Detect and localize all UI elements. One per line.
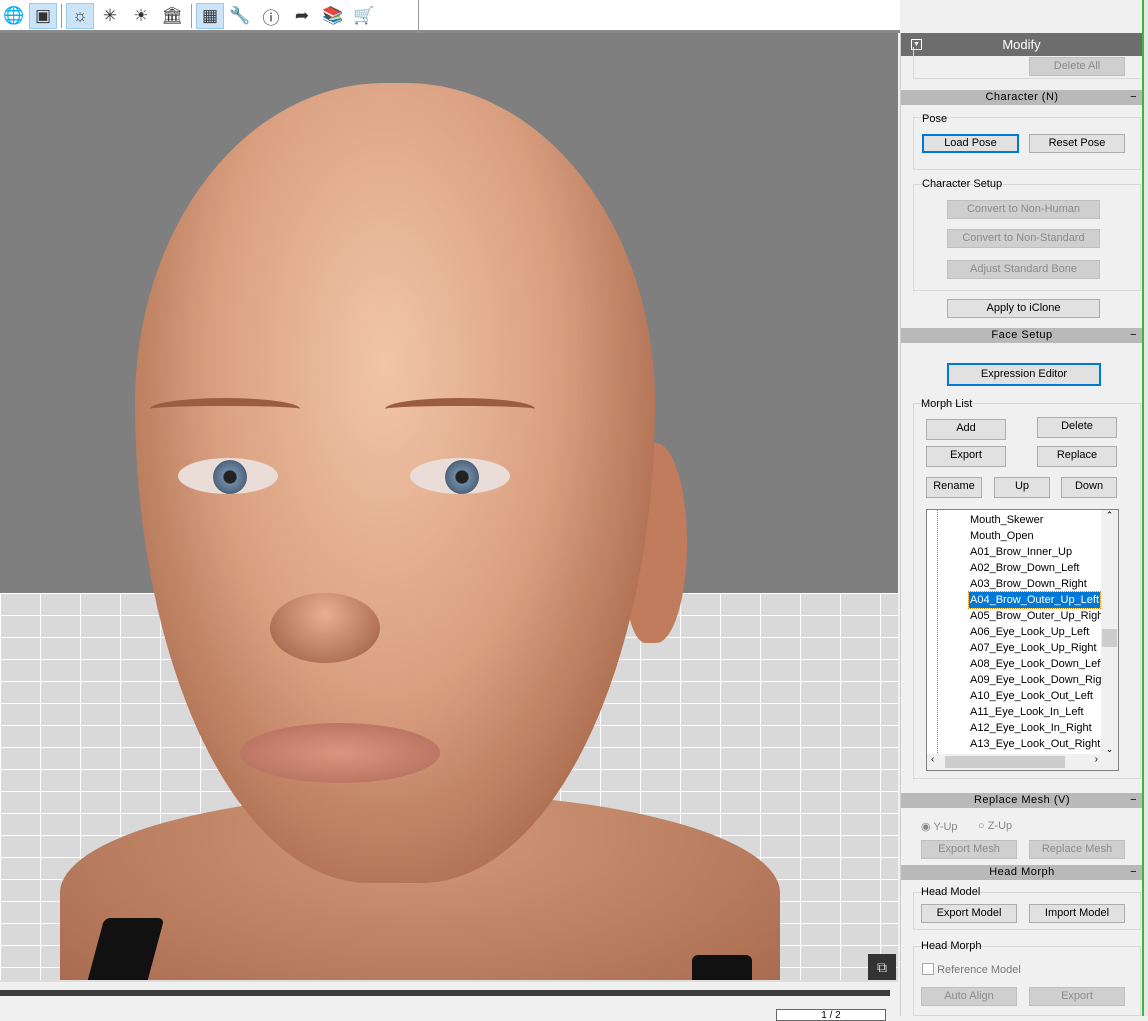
morph-item[interactable]: A08_Eye_Look_Down_Left bbox=[969, 656, 1104, 672]
eye-left bbox=[410, 458, 510, 494]
toolbar: 🌐 ▣ ☼ ✳ ☀ 🏛 ▦ 🔧 ⓘ ➦ 📚 🛒 bbox=[0, 0, 900, 33]
morph-item[interactable]: A10_Eye_Look_Out_Left bbox=[969, 688, 1094, 704]
down-button[interactable]: Down bbox=[1061, 477, 1117, 498]
horizontal-scrollbar[interactable]: ‹ › bbox=[927, 754, 1118, 770]
morph-item[interactable]: A12_Eye_Look_In_Right bbox=[969, 720, 1093, 736]
rename-button[interactable]: Rename bbox=[926, 477, 982, 498]
character-setup-label: Character Setup bbox=[922, 178, 1003, 190]
convert-non-standard-button[interactable]: Convert to Non-Standard bbox=[947, 229, 1100, 248]
h-scroll-thumb[interactable] bbox=[945, 756, 1065, 768]
morph-item[interactable]: A11_Eye_Look_In_Left bbox=[969, 704, 1085, 720]
wrench-icon[interactable]: 🔧 bbox=[226, 3, 254, 29]
apply-to-iclone-button[interactable]: Apply to iClone bbox=[947, 299, 1100, 318]
face-setup-section-header[interactable]: Face Setup − bbox=[901, 328, 1143, 343]
eye-right bbox=[178, 458, 278, 494]
museum-icon[interactable]: 🏛 bbox=[158, 3, 186, 29]
delete-button[interactable]: Delete bbox=[1037, 417, 1117, 438]
replace-mesh-section-header[interactable]: Replace Mesh (V) − bbox=[901, 793, 1143, 808]
morph-item[interactable]: A03_Brow_Down_Right bbox=[969, 576, 1088, 592]
head-morph-label: Head Morph bbox=[921, 940, 982, 952]
add-button[interactable]: Add bbox=[926, 419, 1006, 440]
load-pose-button[interactable]: Load Pose bbox=[922, 134, 1019, 153]
restore-window-icon[interactable]: ⧉ bbox=[868, 954, 896, 980]
lips bbox=[240, 723, 440, 783]
brow-right bbox=[150, 398, 300, 420]
frame-counter[interactable]: 1 / 2 bbox=[776, 1009, 886, 1021]
pose-label: Pose bbox=[922, 113, 948, 125]
y-up-radio[interactable]: ◉ Y-Up bbox=[921, 820, 958, 833]
brow-left bbox=[385, 398, 535, 420]
sun-icon[interactable]: ☀ bbox=[127, 3, 155, 29]
divider bbox=[61, 4, 62, 28]
export-button[interactable]: Export bbox=[926, 446, 1006, 467]
replace-mesh-button[interactable]: Replace Mesh bbox=[1029, 840, 1125, 859]
strap-right bbox=[692, 955, 752, 980]
panel-scrollbar[interactable] bbox=[1142, 0, 1148, 1016]
export-tool-icon[interactable]: ➦ bbox=[288, 3, 316, 29]
tree-guide bbox=[937, 510, 938, 755]
info-tool-icon[interactable]: ⓘ bbox=[257, 3, 285, 29]
divider bbox=[418, 0, 419, 33]
morph-item[interactable]: A02_Brow_Down_Left bbox=[969, 560, 1080, 576]
z-up-radio[interactable]: ○ Z-Up bbox=[978, 820, 1012, 832]
reference-model-checkbox[interactable]: Reference Model bbox=[922, 963, 1021, 976]
morph-item[interactable]: A05_Brow_Outer_Up_Right bbox=[969, 608, 1107, 624]
scroll-up-icon[interactable]: ⌃ bbox=[1101, 510, 1118, 521]
morph-list-label: Morph List bbox=[921, 398, 973, 410]
nose bbox=[270, 593, 380, 663]
adjust-standard-bone-button[interactable]: Adjust Standard Bone bbox=[947, 260, 1100, 279]
cart-icon[interactable]: 🛒 bbox=[350, 3, 378, 29]
character-section-header[interactable]: Character (N) − bbox=[901, 90, 1143, 105]
expression-editor-button[interactable]: Expression Editor bbox=[947, 363, 1101, 386]
convert-non-human-button[interactable]: Convert to Non-Human bbox=[947, 200, 1100, 219]
import-model-button[interactable]: Import Model bbox=[1029, 904, 1125, 923]
scroll-right-icon[interactable]: › bbox=[1095, 754, 1098, 765]
morph-tree[interactable]: Mouth_Skewer Mouth_Open A01_Brow_Inner_Up A… bbox=[926, 509, 1119, 771]
spotlight-icon[interactable]: ✳ bbox=[96, 3, 124, 29]
export-model-button[interactable]: Export Model bbox=[921, 904, 1017, 923]
3d-viewport[interactable]: ⧉ bbox=[0, 33, 898, 980]
up-button[interactable]: Up bbox=[994, 477, 1050, 498]
scroll-thumb[interactable] bbox=[1102, 629, 1117, 647]
head-model-label: Head Model bbox=[921, 886, 981, 898]
morph-item[interactable]: A13_Eye_Look_Out_Right bbox=[969, 736, 1101, 752]
morph-item[interactable]: Mouth_Skewer bbox=[969, 512, 1044, 528]
morph-item[interactable]: A06_Eye_Look_Up_Left bbox=[969, 624, 1090, 640]
morph-item[interactable]: A04_Brow_Outer_Up_Left bbox=[967, 591, 1102, 609]
globe-icon[interactable]: 🌐 bbox=[0, 3, 28, 29]
library-icon[interactable]: 📚 bbox=[319, 3, 347, 29]
grid-sphere-icon[interactable]: ▦ bbox=[196, 3, 224, 29]
morph-item[interactable]: A01_Brow_Inner_Up bbox=[969, 544, 1073, 560]
light-outline-icon[interactable]: ☼ bbox=[66, 3, 94, 29]
auto-align-button[interactable]: Auto Align bbox=[921, 987, 1017, 1006]
replace-button[interactable]: Replace bbox=[1037, 446, 1117, 467]
morph-item[interactable]: A09_Eye_Look_Down_Right bbox=[969, 672, 1112, 688]
divider bbox=[191, 4, 192, 28]
timeline: 1 / 2 bbox=[0, 980, 898, 1021]
fit-view-icon[interactable]: ▣ bbox=[29, 3, 57, 29]
export-mesh-button[interactable]: Export Mesh bbox=[921, 840, 1017, 859]
head-morph-export-button[interactable]: Export bbox=[1029, 987, 1125, 1006]
vertical-scrollbar[interactable]: ⌃ ⌄ bbox=[1101, 510, 1118, 755]
scroll-left-icon[interactable]: ‹ bbox=[931, 754, 934, 765]
morph-item[interactable]: Mouth_Open bbox=[969, 528, 1035, 544]
morph-item[interactable]: A07_Eye_Look_Up_Right bbox=[969, 640, 1098, 656]
reset-pose-button[interactable]: Reset Pose bbox=[1029, 134, 1125, 153]
head-morph-section-header[interactable]: Head Morph − bbox=[901, 865, 1143, 880]
delete-all-button[interactable]: Delete All bbox=[1029, 57, 1125, 76]
timeline-track[interactable] bbox=[0, 990, 890, 996]
